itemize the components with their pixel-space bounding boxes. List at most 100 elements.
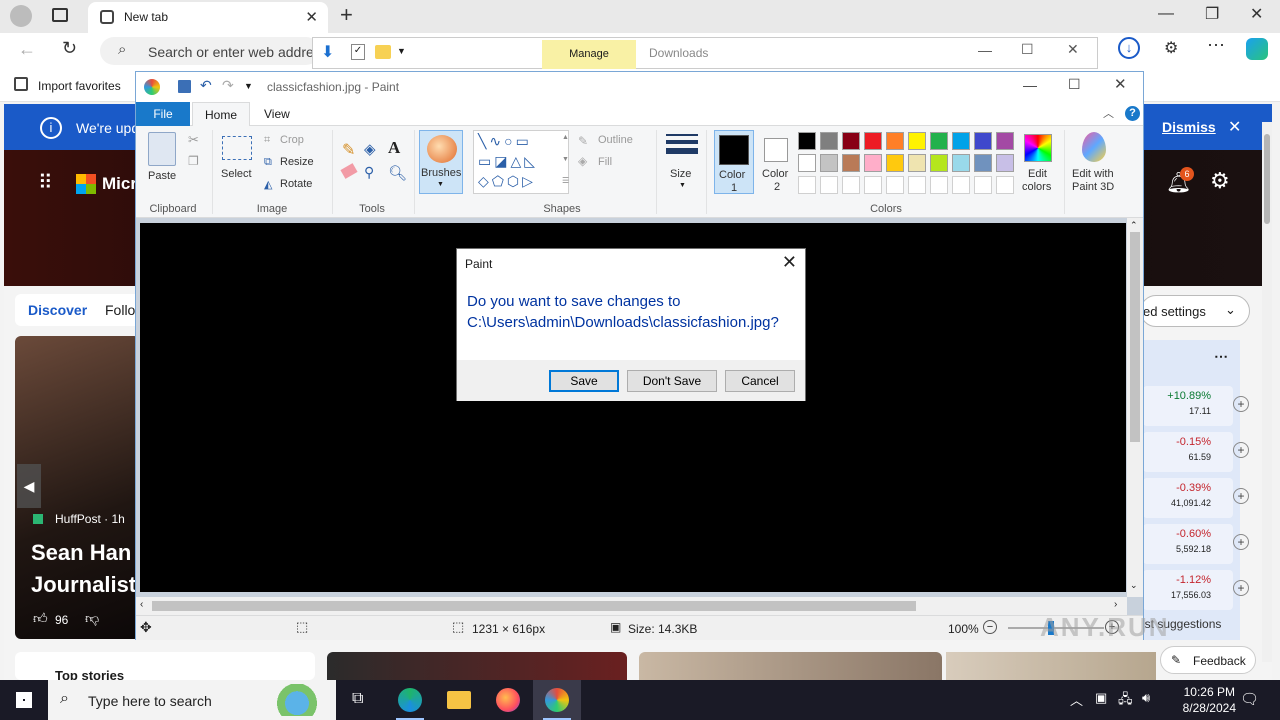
fill-button[interactable]: Fill [598,156,612,168]
tray-chevron-icon[interactable]: ︿ [1070,690,1083,709]
stock-item[interactable]: +10.89% 17.11 + [1143,386,1249,426]
refresh-icon[interactable]: ↻ [62,38,77,59]
custom-color-slot[interactable] [842,176,860,194]
settings-gear-icon[interactable]: ⚙ [1210,168,1230,194]
crop-button[interactable]: Crop [280,134,304,146]
dl-maximize-icon[interactable]: ☐ [1021,41,1034,58]
stock-item[interactable]: -0.39% 41,091.42 + [1143,478,1249,518]
scroll-down-icon[interactable]: ⌄ [1130,580,1138,591]
extensions-icon[interactable]: ⚙ [1164,38,1178,58]
shapes-scroll-up-icon[interactable]: ▲ [562,134,569,141]
new-tab-button[interactable]: + [340,2,353,28]
stock-item[interactable]: -0.15% 61.59 + [1143,432,1249,472]
dl-minimize-icon[interactable]: — [978,42,992,58]
more-icon[interactable]: ⋯ [1214,348,1228,365]
horizontal-scroll-thumb[interactable] [152,601,916,611]
back-icon[interactable]: ← [18,39,36,60]
color-swatch[interactable] [886,154,904,172]
dismiss-link[interactable]: Dismiss [1162,119,1216,135]
color-swatch[interactable] [930,132,948,150]
network-icon[interactable]: 🖧︎ [1118,690,1133,712]
color1-button[interactable]: Color 1 [714,130,754,194]
shapes-expand-icon[interactable]: ☰ [562,176,569,185]
color-swatch[interactable] [908,132,926,150]
add-stock-icon[interactable]: + [1233,580,1249,596]
edit-colors-icon[interactable] [1024,134,1052,162]
volume-icon[interactable]: 🔊︎ [1142,690,1150,706]
color-swatch[interactable] [952,132,970,150]
scroll-right-icon[interactable]: › [1114,599,1117,610]
feed-headline-2[interactable]: Journalist [31,572,136,598]
tab-discover[interactable]: Discover [28,302,87,318]
stock-item[interactable]: -0.60% 5,592.18 + [1143,524,1249,564]
paint-minimize-icon[interactable]: — [1023,77,1037,93]
custom-color-slot[interactable] [952,176,970,194]
dropdown-arrow-icon[interactable]: ▼ [397,46,406,56]
page-scrollbar[interactable] [1262,122,1272,662]
scroll-up-icon[interactable]: ⌃ [1130,220,1138,231]
copy-icon[interactable]: ❐ [188,154,199,168]
color-swatch[interactable] [798,132,816,150]
dislike-icon[interactable]: 👎︎ [85,610,99,627]
personalized-settings-button[interactable]: ed settings ⌄ [1140,295,1250,327]
page-scroll-thumb[interactable] [1264,134,1270,224]
tab-home[interactable]: Home [192,102,251,126]
downloads-icon[interactable]: ↓ [1118,37,1140,59]
address-input[interactable]: Search or enter web address [148,44,318,60]
color-swatch[interactable] [996,154,1014,172]
rotate-button[interactable]: Rotate [280,178,312,190]
color-picker-icon[interactable]: ⚲ [364,164,374,181]
dialog-close-icon[interactable]: ✕ [782,252,797,273]
restore-icon[interactable]: ❐ [1205,4,1219,24]
top-stories-card[interactable]: Top stories [15,652,315,683]
color-swatch[interactable] [820,132,838,150]
color-swatch[interactable] [820,154,838,172]
taskbar-paint[interactable] [533,680,581,720]
custom-color-slot[interactable] [930,176,948,194]
custom-color-slot[interactable] [820,176,838,194]
color-swatch[interactable] [974,132,992,150]
scroll-left-icon[interactable]: ‹ [140,599,143,610]
save-quick-icon[interactable] [178,80,191,93]
resize-button[interactable]: Resize [280,156,314,168]
vertical-scrollbar[interactable]: ⌃ ⌄ [1127,218,1143,597]
close-tab-icon[interactable]: ✕ [305,8,318,26]
brushes-button[interactable]: Brushes ▼ [419,130,463,194]
manage-tab[interactable]: Manage [542,40,636,70]
add-stock-icon[interactable]: + [1233,442,1249,458]
paint3d-icon[interactable] [1082,132,1106,162]
feed-headline-1[interactable]: Sean Han [31,540,131,566]
custom-color-slot[interactable] [864,176,882,194]
stock-item[interactable]: -1.12% 17,556.03 + [1143,570,1249,610]
color-swatch[interactable] [798,154,816,172]
more-menu-icon[interactable]: ⋯ [1207,35,1225,56]
taskbar-explorer[interactable] [435,680,483,720]
vertical-scroll-thumb[interactable] [1130,232,1140,442]
collapse-ribbon-icon[interactable]: ︿ [1103,105,1114,121]
story-image[interactable] [639,652,942,680]
paint-close-icon[interactable]: ✕ [1114,75,1127,93]
pencil-icon[interactable]: ✎ [342,140,355,160]
custom-color-slot[interactable] [996,176,1014,194]
outline-button[interactable]: Outline [598,134,633,146]
minimize-icon[interactable]: — [1158,5,1174,23]
custom-color-slot[interactable] [798,176,816,194]
color-swatch[interactable] [930,154,948,172]
tab-new-tab[interactable]: New tab ✕ [88,2,328,33]
paste-button[interactable]: Paste [148,170,176,182]
apps-grid-icon[interactable]: ⠿ [38,170,53,195]
fill-bucket-icon[interactable]: ◈ [364,140,376,158]
profile-avatar[interactable] [10,5,32,27]
folder-icon[interactable] [375,45,391,59]
tab-view[interactable]: View [252,102,302,126]
add-stock-icon[interactable]: + [1233,488,1249,504]
color-swatch[interactable] [842,132,860,150]
custom-color-slot[interactable] [974,176,992,194]
help-icon[interactable]: ? [1125,106,1140,121]
add-stock-icon[interactable]: + [1233,534,1249,550]
tab-following[interactable]: Follo [105,302,135,318]
color-swatch[interactable] [952,154,970,172]
carousel-prev-icon[interactable]: ◀ [17,464,41,508]
tray-device-icon[interactable]: ▣ [1095,690,1107,706]
story-image[interactable] [327,652,627,680]
